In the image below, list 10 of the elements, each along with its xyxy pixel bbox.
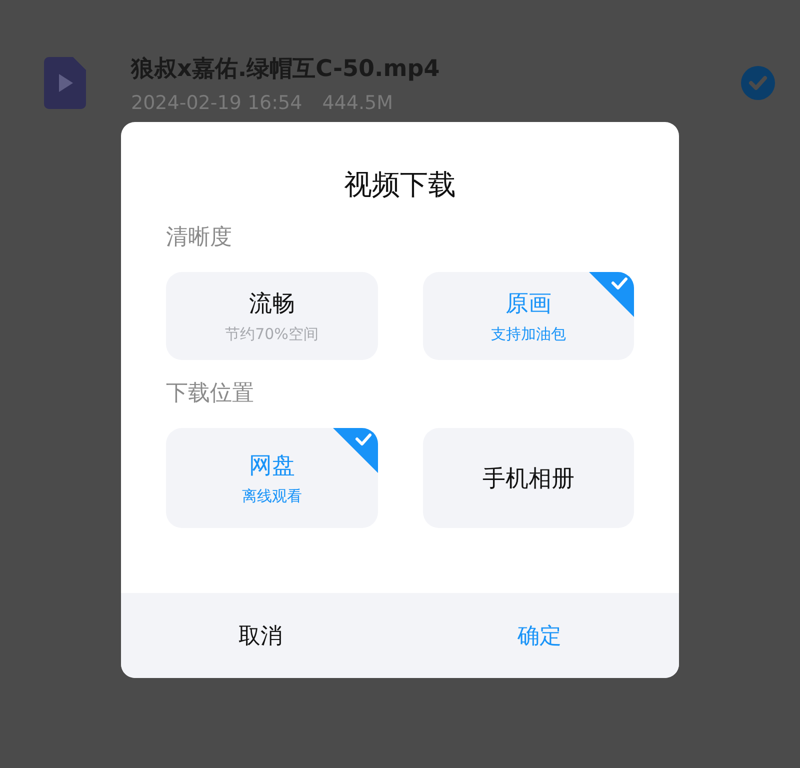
check-icon (589, 272, 634, 317)
option-card[interactable]: 手机相册 (422, 428, 634, 528)
section-label: 清晰度 (166, 224, 232, 252)
option-card[interactable]: 流畅 节约70%空间 (166, 272, 378, 360)
check-icon[interactable] (741, 66, 775, 100)
dialog-title: 视频下载 (344, 167, 456, 203)
cancel-button[interactable]: 取消 (121, 593, 400, 678)
check-icon (332, 428, 378, 473)
video-file-icon (44, 57, 86, 109)
section-label: 下载位置 (166, 380, 254, 408)
